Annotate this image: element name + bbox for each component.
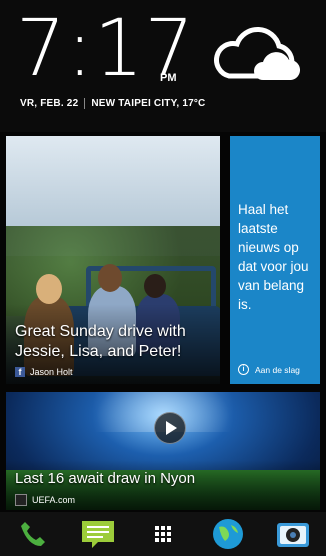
uefa-icon <box>15 494 27 506</box>
clock-ampm: PM <box>160 72 177 84</box>
video-source: UEFA.com <box>15 494 75 506</box>
browser-icon[interactable] <box>206 514 250 554</box>
clock-info: VR, FEB. 22 NEW TAIPEI CITY, 17°C <box>20 98 205 109</box>
news-source: f Jason Holt <box>15 367 73 377</box>
promo-text: Haal het laatste nieuws op dat voor jou … <box>238 202 309 312</box>
apps-icon[interactable] <box>141 514 185 554</box>
photo-person-head <box>36 274 62 304</box>
clock-location: NEW TAIPEI CITY, 17°C <box>91 98 206 110</box>
browser-icon <box>213 519 244 549</box>
photo-person-head <box>144 274 166 298</box>
clock-weather-widget[interactable]: 7:17 PM VR, FEB. 22 NEW TAIPEI CITY, 17°C <box>0 0 326 132</box>
news-headline: Great Sunday drive with Jessie, Lisa, an… <box>15 323 186 360</box>
apps-icon <box>154 526 171 542</box>
phone-icon[interactable] <box>11 514 55 554</box>
promo-tile[interactable]: Haal het laatste nieuws op dat voor jou … <box>230 136 320 384</box>
get-started-button[interactable]: i Aan de slag <box>238 364 300 375</box>
news-tile-video[interactable]: Last 16 await draw in Nyon UEFA.com <box>6 392 320 510</box>
get-started-label: Aan de slag <box>255 364 300 375</box>
divider <box>84 98 86 109</box>
video-source-label: UEFA.com <box>32 495 76 505</box>
facebook-icon: f <box>15 367 25 377</box>
info-icon: i <box>238 364 249 375</box>
camera-icon <box>277 523 310 547</box>
messages-icon <box>81 521 114 548</box>
clock-date: VR, FEB. 22 <box>20 98 79 110</box>
play-icon[interactable] <box>154 412 186 444</box>
messages-icon[interactable] <box>76 514 120 554</box>
cloudy-icon <box>214 26 301 80</box>
dock <box>0 512 326 556</box>
video-headline: Last 16 await draw in Nyon <box>15 470 196 487</box>
camera-icon[interactable] <box>271 514 315 554</box>
news-tile-photo[interactable]: Great Sunday drive with Jessie, Lisa, an… <box>6 136 220 384</box>
photo-person-head <box>98 264 122 292</box>
home-screen: 7:17 PM VR, FEB. 22 NEW TAIPEI CITY, 17°C… <box>0 0 326 556</box>
news-source-label: Jason Holt <box>30 367 73 377</box>
phone-icon <box>20 522 45 546</box>
